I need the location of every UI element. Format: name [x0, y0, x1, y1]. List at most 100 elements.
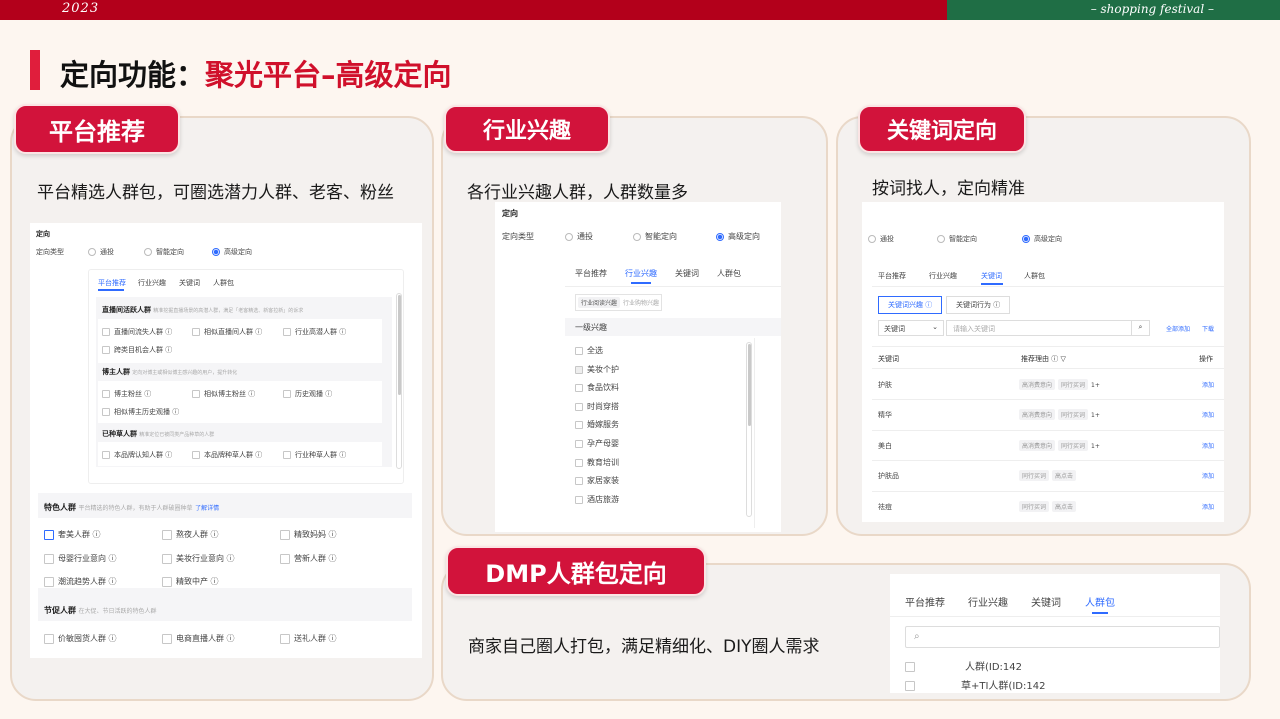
checkbox-item[interactable]: 相似博主粉丝 ⓘ: [192, 389, 255, 399]
checkbox-item[interactable]: 电商直播人群 ⓘ: [162, 633, 235, 644]
radio-advanced[interactable]: 高级定向: [716, 231, 760, 242]
checkbox-label: 相似直播间人群 ⓘ: [204, 328, 263, 336]
checkbox-item[interactable]: 精致中产 ⓘ: [162, 576, 219, 587]
subtab-interest[interactable]: 关键词兴趣 ⓘ: [878, 296, 943, 314]
audience-row[interactable]: 草+TI人群(ID:142: [905, 677, 1045, 692]
radio-all[interactable]: 通投: [565, 231, 593, 242]
checkbox-icon: [905, 681, 915, 691]
checkbox-item[interactable]: 本品牌种草人群 ⓘ: [192, 450, 262, 460]
checkbox-item[interactable]: 行业种草人群 ⓘ: [283, 450, 346, 460]
level-label: 一级兴趣: [575, 323, 607, 332]
list-item[interactable]: 时尚穿搭: [575, 401, 619, 412]
radio-all[interactable]: 通投: [868, 234, 894, 244]
checkbox-icon: [280, 529, 290, 540]
tab-keyword[interactable]: 关键词: [981, 271, 1002, 281]
radio-smart[interactable]: 智能定向: [144, 247, 184, 257]
add-keyword-button[interactable]: 添加: [1202, 380, 1214, 389]
search-button[interactable]: ⌕: [1131, 320, 1150, 336]
checkbox-icon: [575, 383, 583, 392]
list-item[interactable]: 美妆个护: [575, 364, 619, 375]
checkbox-item[interactable]: 行业高潜人群 ⓘ: [283, 327, 346, 337]
list-item[interactable]: 孕产母婴: [575, 438, 619, 449]
scrollbar-thumb[interactable]: [398, 295, 401, 395]
list-item[interactable]: 全选: [575, 345, 603, 356]
checkbox-icon: [102, 451, 110, 459]
checkbox-label: 潮流趋势人群 ⓘ: [58, 577, 117, 586]
checkbox-item[interactable]: 本品牌认知人群 ⓘ: [102, 450, 172, 460]
checkbox-item[interactable]: 跨类目机会人群 ⓘ: [102, 345, 172, 355]
radio-label: 高级定向: [224, 248, 252, 256]
checkbox-item[interactable]: 潮流趋势人群 ⓘ: [44, 576, 117, 587]
tab-keyword[interactable]: 关键词: [179, 278, 200, 288]
radio-smart[interactable]: 智能定向: [633, 231, 677, 242]
checkbox-item[interactable]: 价敏囤货人群 ⓘ: [44, 633, 117, 644]
add-keyword-button[interactable]: 添加: [1202, 471, 1214, 480]
radio-label: 智能定向: [645, 232, 677, 241]
tab-platform[interactable]: 平台推荐: [98, 278, 126, 288]
checkbox-item[interactable]: 直播间流失人群 ⓘ: [102, 327, 172, 337]
checkbox-item[interactable]: 美妆行业意向 ⓘ: [162, 553, 235, 564]
radio-all[interactable]: 通投: [88, 247, 114, 257]
tab-keyword[interactable]: 关键词: [675, 268, 699, 279]
feature-detail-link[interactable]: 了解详情: [195, 505, 219, 512]
tab-underline: [98, 289, 124, 291]
tab-industry[interactable]: 行业兴趣: [968, 594, 1008, 609]
checkbox-label: 家居家装: [587, 476, 619, 485]
select-value: 关键词: [884, 325, 905, 333]
audience-search-input[interactable]: ⌕: [905, 626, 1220, 648]
radio-advanced[interactable]: 高级定向: [1022, 234, 1062, 244]
list-item[interactable]: 家居家装: [575, 475, 619, 486]
list-item[interactable]: 食品饮料: [575, 382, 619, 393]
tab-divider: [565, 286, 781, 287]
tab-audience[interactable]: 人群包: [213, 278, 234, 288]
tab-audience[interactable]: 人群包: [717, 268, 741, 279]
checkbox-item[interactable]: 奢美人群 ⓘ: [44, 529, 101, 540]
checkbox-item[interactable]: 母婴行业意向 ⓘ: [44, 553, 117, 564]
checkbox-item[interactable]: 营新人群 ⓘ: [280, 553, 337, 564]
checkbox-label: 孕产母婴: [587, 439, 619, 448]
list-item[interactable]: 婚嫁服务: [575, 419, 619, 430]
checkbox-label: 跨类目机会人群 ⓘ: [114, 346, 173, 354]
radio-smart[interactable]: 智能定向: [937, 234, 977, 244]
checkbox-item[interactable]: 相似博主历史观播 ⓘ: [102, 407, 179, 417]
checkbox-item[interactable]: 博主粉丝 ⓘ: [102, 389, 151, 399]
checkbox-item[interactable]: 相似直播间人群 ⓘ: [192, 327, 262, 337]
subtab-reading[interactable]: 行业阅读兴趣: [578, 297, 621, 308]
tag-industry: 行业兴趣: [444, 105, 610, 153]
scrollbar-thumb[interactable]: [748, 344, 751, 426]
checkbox-item[interactable]: 送礼人群 ⓘ: [280, 633, 337, 644]
add-all-link[interactable]: 全部添加: [1166, 324, 1190, 333]
add-keyword-button[interactable]: 添加: [1202, 441, 1214, 450]
tab-platform[interactable]: 平台推荐: [905, 594, 945, 609]
type-label: 定向类型: [36, 248, 64, 256]
list-item[interactable]: 酒店旅游: [575, 494, 619, 505]
keyword-search-input[interactable]: 请输入关键词: [946, 320, 1150, 336]
subtab-shopping[interactable]: 行业购物兴趣: [623, 300, 659, 307]
checkbox-label: 行业高潜人群 ⓘ: [295, 328, 347, 336]
tab-platform[interactable]: 平台推荐: [575, 268, 607, 279]
checkbox-item[interactable]: 熬夜人群 ⓘ: [162, 529, 219, 540]
tab-industry[interactable]: 行业兴趣: [929, 271, 957, 281]
audience-name: 草+TI人群(ID:142: [961, 681, 1046, 692]
tab-keyword[interactable]: 关键词: [1031, 594, 1061, 609]
checkbox-item[interactable]: 精致妈妈 ⓘ: [280, 529, 337, 540]
tab-audience[interactable]: 人群包: [1085, 594, 1115, 609]
radio-label: 通投: [100, 248, 114, 256]
tab-industry[interactable]: 行业兴趣: [138, 278, 166, 288]
checkbox-item[interactable]: 历史观播 ⓘ: [283, 389, 332, 399]
reason-tag: 高消费意向: [1019, 379, 1056, 390]
tab-platform[interactable]: 平台推荐: [878, 271, 906, 281]
add-keyword-button[interactable]: 添加: [1202, 502, 1214, 511]
radio-advanced[interactable]: 高级定向: [212, 247, 252, 257]
list-item[interactable]: 教育培训: [575, 457, 619, 468]
add-keyword-button[interactable]: 添加: [1202, 410, 1214, 419]
checkbox-label: 营新人群 ⓘ: [294, 554, 337, 563]
subtab-behavior[interactable]: 关键词行为 ⓘ: [946, 296, 1011, 314]
keyword-select[interactable]: 关键词 ⌄: [878, 320, 944, 336]
tab-audience[interactable]: 人群包: [1024, 271, 1045, 281]
checkbox-label: 电商直播人群 ⓘ: [176, 634, 235, 643]
audience-row[interactable]: 人群(ID:142: [905, 658, 1022, 673]
tab-industry[interactable]: 行业兴趣: [625, 268, 657, 279]
download-link[interactable]: 下载: [1202, 324, 1214, 333]
checkbox-label: 时尚穿搭: [587, 402, 619, 411]
